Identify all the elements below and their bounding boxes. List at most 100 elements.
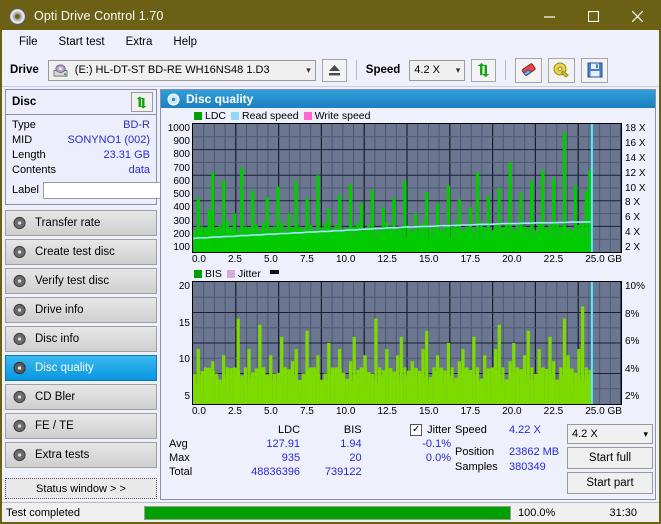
xtick: 0.0 [192,254,206,265]
disc-refresh-button[interactable] [131,92,153,112]
disc-mid-key: MID [12,134,33,146]
stat-avg-ldc: 127.91 [266,438,301,450]
y2tick: 6 X [625,212,641,224]
stat-avg-bis: 1.94 [340,438,362,450]
disc-icon [13,332,26,346]
table-row: Avg 127.91 1.94 -0.1% [169,437,451,451]
test-buttons: 4.2 X ▾ Start full Start part [567,423,653,494]
chart-bottom-xaxis: 0.0 2.5 5.0 7.5 10.0 12.5 15.0 17.5 20.0… [192,405,622,419]
status-window-button[interactable]: Status window > > [5,478,157,499]
menu-file[interactable]: File [10,33,47,51]
y2tick: 10% [625,281,646,292]
stat-col-bis: BIS [343,424,362,436]
ytick: 100 [173,241,190,253]
disc-icon [13,245,26,259]
speed-readout: 4.22 X [509,424,541,436]
chart-legend-top: LDC Read speed Write speed [163,109,653,123]
jitter-checkbox[interactable]: ✓ [410,424,423,436]
xtick: 20.0 [502,406,522,417]
disc-panel-title: Disc [12,96,37,108]
legend-swatch-bis [194,270,202,278]
y2tick: 4% [625,363,640,375]
disc-tools-button[interactable] [548,57,576,83]
xtick: 5.0 [263,406,278,417]
xtick: 0.0 [192,406,206,417]
sidebar-item-verify-test-disc[interactable]: Verify test disc [5,268,157,294]
sidebar-item-label: Transfer rate [35,217,101,229]
chart-top-plot[interactable] [192,123,622,253]
chart-bottom-yaxis-right: 10% 8% 6% 4% 2% [622,281,653,405]
ytick: 800 [173,149,190,161]
chart-bottom-plot[interactable] [192,281,622,405]
speed-label: Speed [365,64,401,76]
menu-start-test[interactable]: Start test [50,33,114,51]
erase-button[interactable] [515,57,543,83]
refresh-icon [477,62,490,77]
disc-quality-icon [167,93,180,105]
disc-type-key: Type [12,119,36,131]
stat-total-ldc: 48836396 [251,466,301,478]
legend-label-bis: BIS [205,268,222,280]
save-button[interactable] [581,57,609,83]
sidebar-item-transfer-rate[interactable]: Transfer rate [5,210,157,236]
y2tick: 14 X [625,152,646,164]
main-panel-title: Disc quality [186,92,254,106]
sidebar-item-cd-bler[interactable]: CD Bler [5,384,157,410]
chart-bottom-xaxis-wrap: 0.0 2.5 5.0 7.5 10.0 12.5 15.0 17.5 20.0… [163,405,653,419]
minimize-button[interactable] [527,2,571,30]
y2tick: 18 X [625,123,646,134]
xtick: 2.5 [227,254,242,265]
table-row: Max 935 20 0.0% [169,451,451,465]
eraser-icon [521,63,536,77]
close-button[interactable] [615,2,659,30]
chart-top-xaxis: 0.0 2.5 5.0 7.5 10.0 12.5 15.0 17.5 20.0… [192,253,622,267]
disc-row-mid: MID SONYNO1 (002) [12,133,150,148]
legend-swatch-ldc [194,112,202,120]
readout-gap [455,438,567,445]
start-full-button[interactable]: Start full [567,447,653,469]
disc-length-key: Length [12,149,46,161]
xtick: 25.0 GB [585,406,622,417]
maximize-button[interactable] [571,2,615,30]
test-speed-select[interactable]: 4.2 X ▾ [567,424,653,444]
eject-button[interactable] [321,58,347,82]
speed-select[interactable]: 4.2 X ▾ [409,59,466,81]
gold-disc-icon [553,62,569,78]
drive-icon [53,63,68,77]
disc-icon [13,274,26,288]
test-controls: Speed 4.22 X Position 23862 MB Samples 3… [451,423,655,494]
drive-select[interactable]: (E:) HL-DT-ST BD-RE WH16NS48 1.D3 ▾ [47,59,316,81]
refresh-button[interactable] [471,58,497,82]
menu-help[interactable]: Help [164,33,206,51]
xtick: 15.0 [419,254,439,265]
drive-label: Drive [10,64,39,76]
xtick: 20.0 [502,254,522,265]
legend-read-speed: Read speed [231,110,299,122]
xtick: 10.0 [335,406,356,417]
xtick: 2.5 [227,406,242,417]
sidebar-item-create-test-disc[interactable]: Create test disc [5,239,157,265]
disc-icon [13,216,26,230]
sidebar-item-fe-te[interactable]: FE / TE [5,413,157,439]
position-key: Position [455,446,495,458]
xtick: 17.5 [460,254,481,265]
xtick: 7.5 [299,406,314,417]
xtick: 17.5 [460,406,481,417]
chart-top: 1000 900 800 700 600 500 400 300 200 100… [163,123,653,253]
start-part-button[interactable]: Start part [567,472,653,494]
menu-extra[interactable]: Extra [117,33,162,51]
sidebar-item-drive-info[interactable]: Drive info [5,297,157,323]
sidebar-item-disc-info[interactable]: Disc info [5,326,157,352]
sidebar-item-label: FE / TE [35,420,74,432]
toolbar-divider [355,60,357,80]
toolbar-divider-2 [505,60,507,80]
ytick: 10 [178,354,190,366]
chevron-down-icon: ▾ [455,64,461,75]
y2tick: 2% [625,391,640,402]
disc-contents-key: Contents [12,164,57,176]
chart-bottom-yaxis-left: 20 15 10 5 [163,281,192,405]
sidebar-item-disc-quality[interactable]: Disc quality [5,355,157,381]
xtick: 22.5 [543,254,564,265]
sidebar: Disc Type BD-R MID SONYNO1 (002) Length … [2,87,242,502]
sidebar-item-extra-tests[interactable]: Extra tests [5,442,157,468]
